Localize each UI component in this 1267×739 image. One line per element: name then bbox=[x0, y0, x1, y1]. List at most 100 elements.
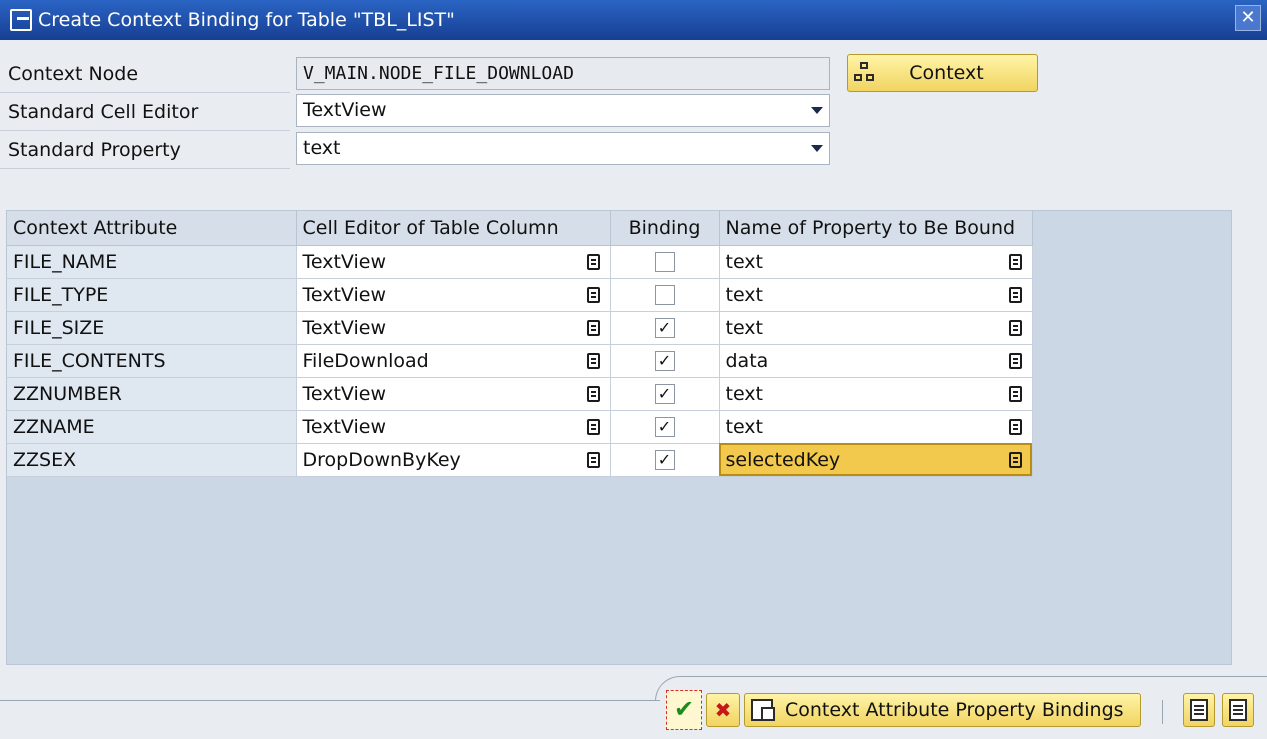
value-help-icon[interactable] bbox=[1008, 352, 1022, 369]
context-attribute-cell: FILE_TYPE bbox=[7, 278, 297, 312]
cell-editor-value: FileDownload bbox=[302, 349, 429, 372]
chevron-down-icon[interactable] bbox=[811, 145, 823, 152]
header-binding: Binding bbox=[610, 211, 720, 246]
table-row: ZZSEX DropDownByKey ✓ selectedKey bbox=[7, 443, 1033, 477]
binding-cell: ✓ bbox=[610, 344, 720, 378]
property-select[interactable]: text bbox=[296, 132, 830, 165]
context-attribute-cell: ZZNUMBER bbox=[7, 377, 297, 411]
cell-editor-label: Standard Cell Editor bbox=[0, 93, 290, 131]
property-cell[interactable]: text bbox=[719, 245, 1033, 279]
value-help-icon[interactable] bbox=[1008, 451, 1022, 468]
ok-button[interactable]: ✔ bbox=[666, 690, 702, 730]
cancel-button[interactable]: ✖ bbox=[706, 693, 740, 727]
property-value: text bbox=[303, 137, 341, 159]
binding-checkbox[interactable] bbox=[654, 285, 675, 305]
header-property: Name of Property to Be Bound bbox=[719, 211, 1033, 246]
cell-editor-cell[interactable]: FileDownload bbox=[296, 344, 611, 378]
binding-checkbox[interactable]: ✓ bbox=[654, 450, 675, 470]
context-attribute-property-bindings-button[interactable]: Context Attribute Property Bindings bbox=[744, 693, 1141, 727]
context-attribute-cell: FILE_CONTENTS bbox=[7, 344, 297, 378]
binding-checkbox[interactable]: ✓ bbox=[654, 351, 675, 371]
window-title: Create Context Binding for Table "TBL_LI… bbox=[38, 9, 455, 31]
context-node-label: Context Node bbox=[0, 55, 290, 93]
cell-editor-cell[interactable]: TextView bbox=[296, 410, 611, 444]
table-row: FILE_TYPE TextView text bbox=[7, 278, 1033, 312]
binding-checkbox[interactable]: ✓ bbox=[654, 318, 675, 338]
property-value: text bbox=[725, 382, 764, 405]
property-cell[interactable]: text bbox=[719, 311, 1033, 345]
value-help-icon[interactable] bbox=[1008, 319, 1022, 336]
bindings-icon bbox=[751, 699, 775, 721]
value-help-icon[interactable] bbox=[586, 253, 600, 270]
binding-checkbox[interactable]: ✓ bbox=[654, 417, 675, 437]
table-header-row: Context Attribute Cell Editor of Table C… bbox=[7, 211, 1033, 246]
value-help-icon[interactable] bbox=[1008, 418, 1022, 435]
cell-editor-value: TextView bbox=[302, 316, 387, 339]
chevron-down-icon[interactable] bbox=[811, 107, 823, 114]
document-import-icon bbox=[1229, 699, 1247, 721]
checkmark-icon: ✔ bbox=[673, 695, 695, 723]
table-row: ZZNUMBER TextView ✓ text bbox=[7, 377, 1033, 411]
context-attribute-cell: FILE_SIZE bbox=[7, 311, 297, 345]
context-button-label: Context bbox=[909, 62, 984, 84]
context-node-field: V_MAIN.NODE_FILE_DOWNLOAD bbox=[296, 57, 830, 90]
property-value: text bbox=[725, 316, 764, 339]
value-help-icon[interactable] bbox=[586, 352, 600, 369]
table-row: FILE_SIZE TextView ✓ text bbox=[7, 311, 1033, 345]
context-attribute-cell: ZZSEX bbox=[7, 443, 297, 477]
cell-editor-cell[interactable]: DropDownByKey bbox=[296, 443, 611, 477]
property-cell[interactable]: data bbox=[719, 344, 1033, 378]
property-value: data bbox=[725, 349, 769, 372]
table-row: FILE_NAME TextView text bbox=[7, 245, 1033, 279]
value-help-icon[interactable] bbox=[586, 385, 600, 402]
property-value: text bbox=[725, 250, 764, 273]
footer-separator bbox=[1162, 700, 1163, 724]
property-cell[interactable]: selectedKey bbox=[719, 443, 1033, 477]
cell-editor-cell[interactable]: TextView bbox=[296, 278, 611, 312]
export-button[interactable] bbox=[1183, 693, 1215, 727]
binding-checkbox[interactable]: ✓ bbox=[654, 384, 675, 404]
footer-divider bbox=[0, 700, 660, 701]
property-cell[interactable]: text bbox=[719, 278, 1033, 312]
value-help-icon[interactable] bbox=[1008, 385, 1022, 402]
value-help-icon[interactable] bbox=[586, 286, 600, 303]
bindings-button-label: Context Attribute Property Bindings bbox=[785, 699, 1124, 721]
binding-table: Context Attribute Cell Editor of Table C… bbox=[6, 210, 1232, 665]
cell-editor-value: DropDownByKey bbox=[302, 448, 461, 471]
header-context-attribute: Context Attribute bbox=[7, 211, 297, 246]
cell-editor-value: TextView bbox=[303, 99, 387, 121]
property-value: selectedKey bbox=[725, 448, 841, 471]
cancel-icon: ✖ bbox=[714, 698, 732, 722]
value-help-icon[interactable] bbox=[586, 418, 600, 435]
table-row: ZZNAME TextView ✓ text bbox=[7, 410, 1033, 444]
property-label: Standard Property bbox=[0, 131, 290, 169]
context-attribute-cell: FILE_NAME bbox=[7, 245, 297, 279]
cell-editor-cell[interactable]: TextView bbox=[296, 245, 611, 279]
value-help-icon[interactable] bbox=[1008, 286, 1022, 303]
binding-cell: ✓ bbox=[610, 443, 720, 477]
property-value: text bbox=[725, 415, 764, 438]
binding-cell: ✓ bbox=[610, 377, 720, 411]
header-cell-editor: Cell Editor of Table Column bbox=[296, 211, 611, 246]
cell-editor-cell[interactable]: TextView bbox=[296, 377, 611, 411]
property-cell[interactable]: text bbox=[719, 410, 1033, 444]
hierarchy-icon bbox=[854, 62, 876, 84]
document-export-icon bbox=[1190, 699, 1208, 721]
cell-editor-value: TextView bbox=[302, 382, 387, 405]
close-icon[interactable]: ✕ bbox=[1235, 5, 1261, 31]
property-value: text bbox=[725, 283, 764, 306]
value-help-icon[interactable] bbox=[586, 319, 600, 336]
footer-divider-right bbox=[690, 676, 1267, 677]
cell-editor-cell[interactable]: TextView bbox=[296, 311, 611, 345]
property-cell[interactable]: text bbox=[719, 377, 1033, 411]
value-help-icon[interactable] bbox=[586, 451, 600, 468]
binding-checkbox[interactable] bbox=[654, 252, 675, 272]
cell-editor-value: TextView bbox=[302, 415, 387, 438]
cell-editor-select[interactable]: TextView bbox=[296, 94, 830, 127]
table-row: FILE_CONTENTS FileDownload ✓ data bbox=[7, 344, 1033, 378]
binding-cell bbox=[610, 278, 720, 312]
context-button[interactable]: Context bbox=[847, 54, 1038, 92]
import-button[interactable] bbox=[1222, 693, 1254, 727]
value-help-icon[interactable] bbox=[1008, 253, 1022, 270]
title-bar: Create Context Binding for Table "TBL_LI… bbox=[0, 0, 1267, 40]
